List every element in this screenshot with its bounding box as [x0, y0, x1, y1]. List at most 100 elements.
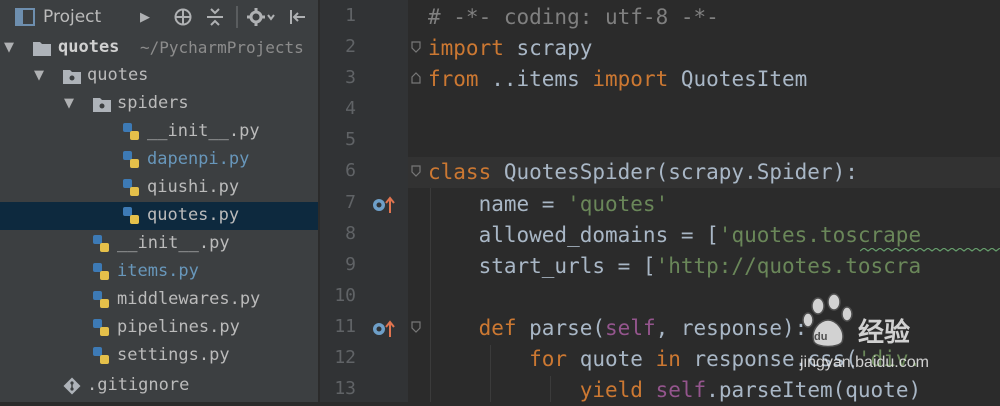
view-dropdown-icon[interactable]: ▶: [138, 7, 152, 27]
hide-panel-icon[interactable]: [288, 7, 308, 27]
tree-item-gitignore[interactable]: .gitignore: [0, 372, 318, 400]
tree-item-quotes-py[interactable]: quotes.py: [0, 202, 318, 230]
keyword-token: import: [592, 67, 669, 91]
baidu-jingyan-watermark: du 经验 jingyan.baidu.com: [800, 290, 980, 380]
collapse-all-icon[interactable]: [204, 7, 226, 27]
baidu-paw-logo-icon: du: [802, 293, 853, 348]
tree-item-settings[interactable]: settings.py: [0, 342, 318, 370]
package-folder-icon: [93, 98, 111, 112]
python-file-icon: [93, 235, 109, 252]
python-file-icon: [93, 319, 109, 336]
tree-item-middlewares[interactable]: middlewares.py: [0, 286, 318, 314]
project-path-hint: ~/PycharmProjects: [140, 38, 304, 57]
python-file-icon: [93, 347, 109, 364]
comment-token: # -*- coding: utf-8 -*-: [428, 5, 719, 29]
tree-item-label: items.py: [117, 261, 199, 281]
overrides-method-icon[interactable]: [371, 195, 397, 215]
expand-arrow-icon[interactable]: ▼: [2, 41, 16, 55]
keyword-token: class: [428, 160, 492, 184]
fold-end-marker-icon[interactable]: [411, 72, 421, 84]
tree-item-quotes-package[interactable]: ▼ quotes: [0, 62, 318, 90]
code-token: .parseItem(quote): [706, 378, 922, 402]
tree-item-label: settings.py: [117, 345, 230, 365]
baidu-du-logo-text: du: [814, 331, 827, 343]
tree-item-quotes-root[interactable]: ▼ quotes ~/PycharmProjects: [0, 34, 318, 62]
code-token: scrapy: [503, 36, 593, 60]
tree-item-label: dapenpi.py: [147, 149, 250, 169]
code-token: parse(: [516, 316, 606, 340]
code-line-9: start_urls = ['http://quotes.toscra: [428, 251, 922, 282]
project-view-icon[interactable]: [14, 7, 36, 27]
code-token: name =: [428, 192, 568, 216]
tree-item-pipelines[interactable]: pipelines.py: [0, 314, 318, 342]
tree-item-label: quotes: [87, 65, 149, 85]
expand-arrow-icon[interactable]: ▼: [32, 69, 46, 83]
python-file-icon: [123, 179, 139, 196]
code-token: QuotesSpider(scrapy.Spider):: [491, 160, 858, 184]
watermark-url: jingyan.baidu.com: [800, 354, 929, 371]
line-number: 5: [345, 129, 356, 150]
line-number: 12: [334, 347, 356, 368]
git-file-icon: [63, 377, 81, 395]
tree-item-spiders-init[interactable]: __init__.py: [0, 118, 318, 146]
package-folder-icon: [63, 70, 81, 84]
self-token: self: [655, 378, 707, 402]
python-file-icon: [123, 151, 139, 168]
fold-marker-icon[interactable]: [411, 41, 421, 53]
fold-marker-icon[interactable]: [411, 321, 421, 333]
line-number: 2: [345, 36, 356, 57]
project-view-title[interactable]: Project: [43, 7, 101, 27]
overrides-method-icon[interactable]: [371, 319, 397, 339]
project-toolbar: Project ▶: [0, 0, 318, 33]
line-number: 13: [334, 378, 356, 399]
folder-icon: [33, 42, 51, 56]
tree-item-dapenpi[interactable]: dapenpi.py: [0, 146, 318, 174]
line-number: 4: [345, 98, 356, 119]
python-file-icon: [123, 207, 139, 224]
tree-item-items[interactable]: items.py: [0, 258, 318, 286]
line-number: 11: [334, 316, 356, 337]
string-token: 'http://quotes.toscra: [655, 254, 922, 278]
tree-item-label: quotes: [58, 37, 120, 57]
python-file-icon: [93, 263, 109, 280]
code-token: quote: [567, 347, 656, 371]
settings-gear-icon[interactable]: [246, 7, 276, 27]
fold-marker-icon[interactable]: [411, 165, 421, 177]
code-line-3: from ..items import QuotesItem: [428, 64, 807, 95]
tree-item-package-init[interactable]: __init__.py: [0, 230, 318, 258]
tree-item-spiders[interactable]: ▼ spiders: [0, 90, 318, 118]
tree-item-label: qiushi.py: [147, 177, 240, 197]
watermark-brand: 经验: [858, 317, 911, 347]
line-number: 9: [345, 254, 356, 275]
tree-item-label: __init__.py: [147, 121, 260, 141]
self-token: self: [605, 316, 656, 340]
python-file-icon: [93, 291, 109, 308]
code-token: start_urls = [: [428, 254, 656, 278]
project-tool-window: Project ▶ ▼ quotes ~/PycharmProjects ▼ q…: [0, 0, 318, 402]
string-token: 'quotes': [567, 192, 669, 216]
code-line-6: class QuotesSpider(scrapy.Spider):: [428, 157, 858, 188]
locate-target-icon[interactable]: [172, 7, 194, 27]
keyword-token: from: [428, 67, 479, 91]
code-line-11: def parse(self, response):: [428, 313, 808, 344]
line-number: 7: [345, 192, 356, 213]
code-token: QuotesItem: [668, 67, 808, 91]
keyword-token: import: [428, 36, 504, 60]
tree-item-label: __init__.py: [117, 233, 230, 253]
spellcheck-underline: [860, 248, 1000, 252]
string-token: 'quotes.toscrape: [718, 223, 922, 247]
tree-item-label: spiders: [117, 93, 189, 113]
toolbar-separator: [236, 6, 238, 28]
keyword-token: in: [655, 347, 681, 371]
code-token: ..items: [478, 67, 593, 91]
tree-item-qiushi[interactable]: qiushi.py: [0, 174, 318, 202]
tree-item-label: quotes.py: [147, 205, 240, 225]
code-token: allowed_domains = [: [428, 223, 719, 247]
code-line-7: name = 'quotes': [428, 189, 669, 220]
code-line-2: import scrapy: [428, 33, 592, 64]
line-number: 3: [345, 67, 356, 88]
expand-arrow-icon[interactable]: ▼: [62, 97, 76, 111]
keyword-token: yield: [428, 378, 643, 402]
line-number: 1: [345, 5, 356, 26]
